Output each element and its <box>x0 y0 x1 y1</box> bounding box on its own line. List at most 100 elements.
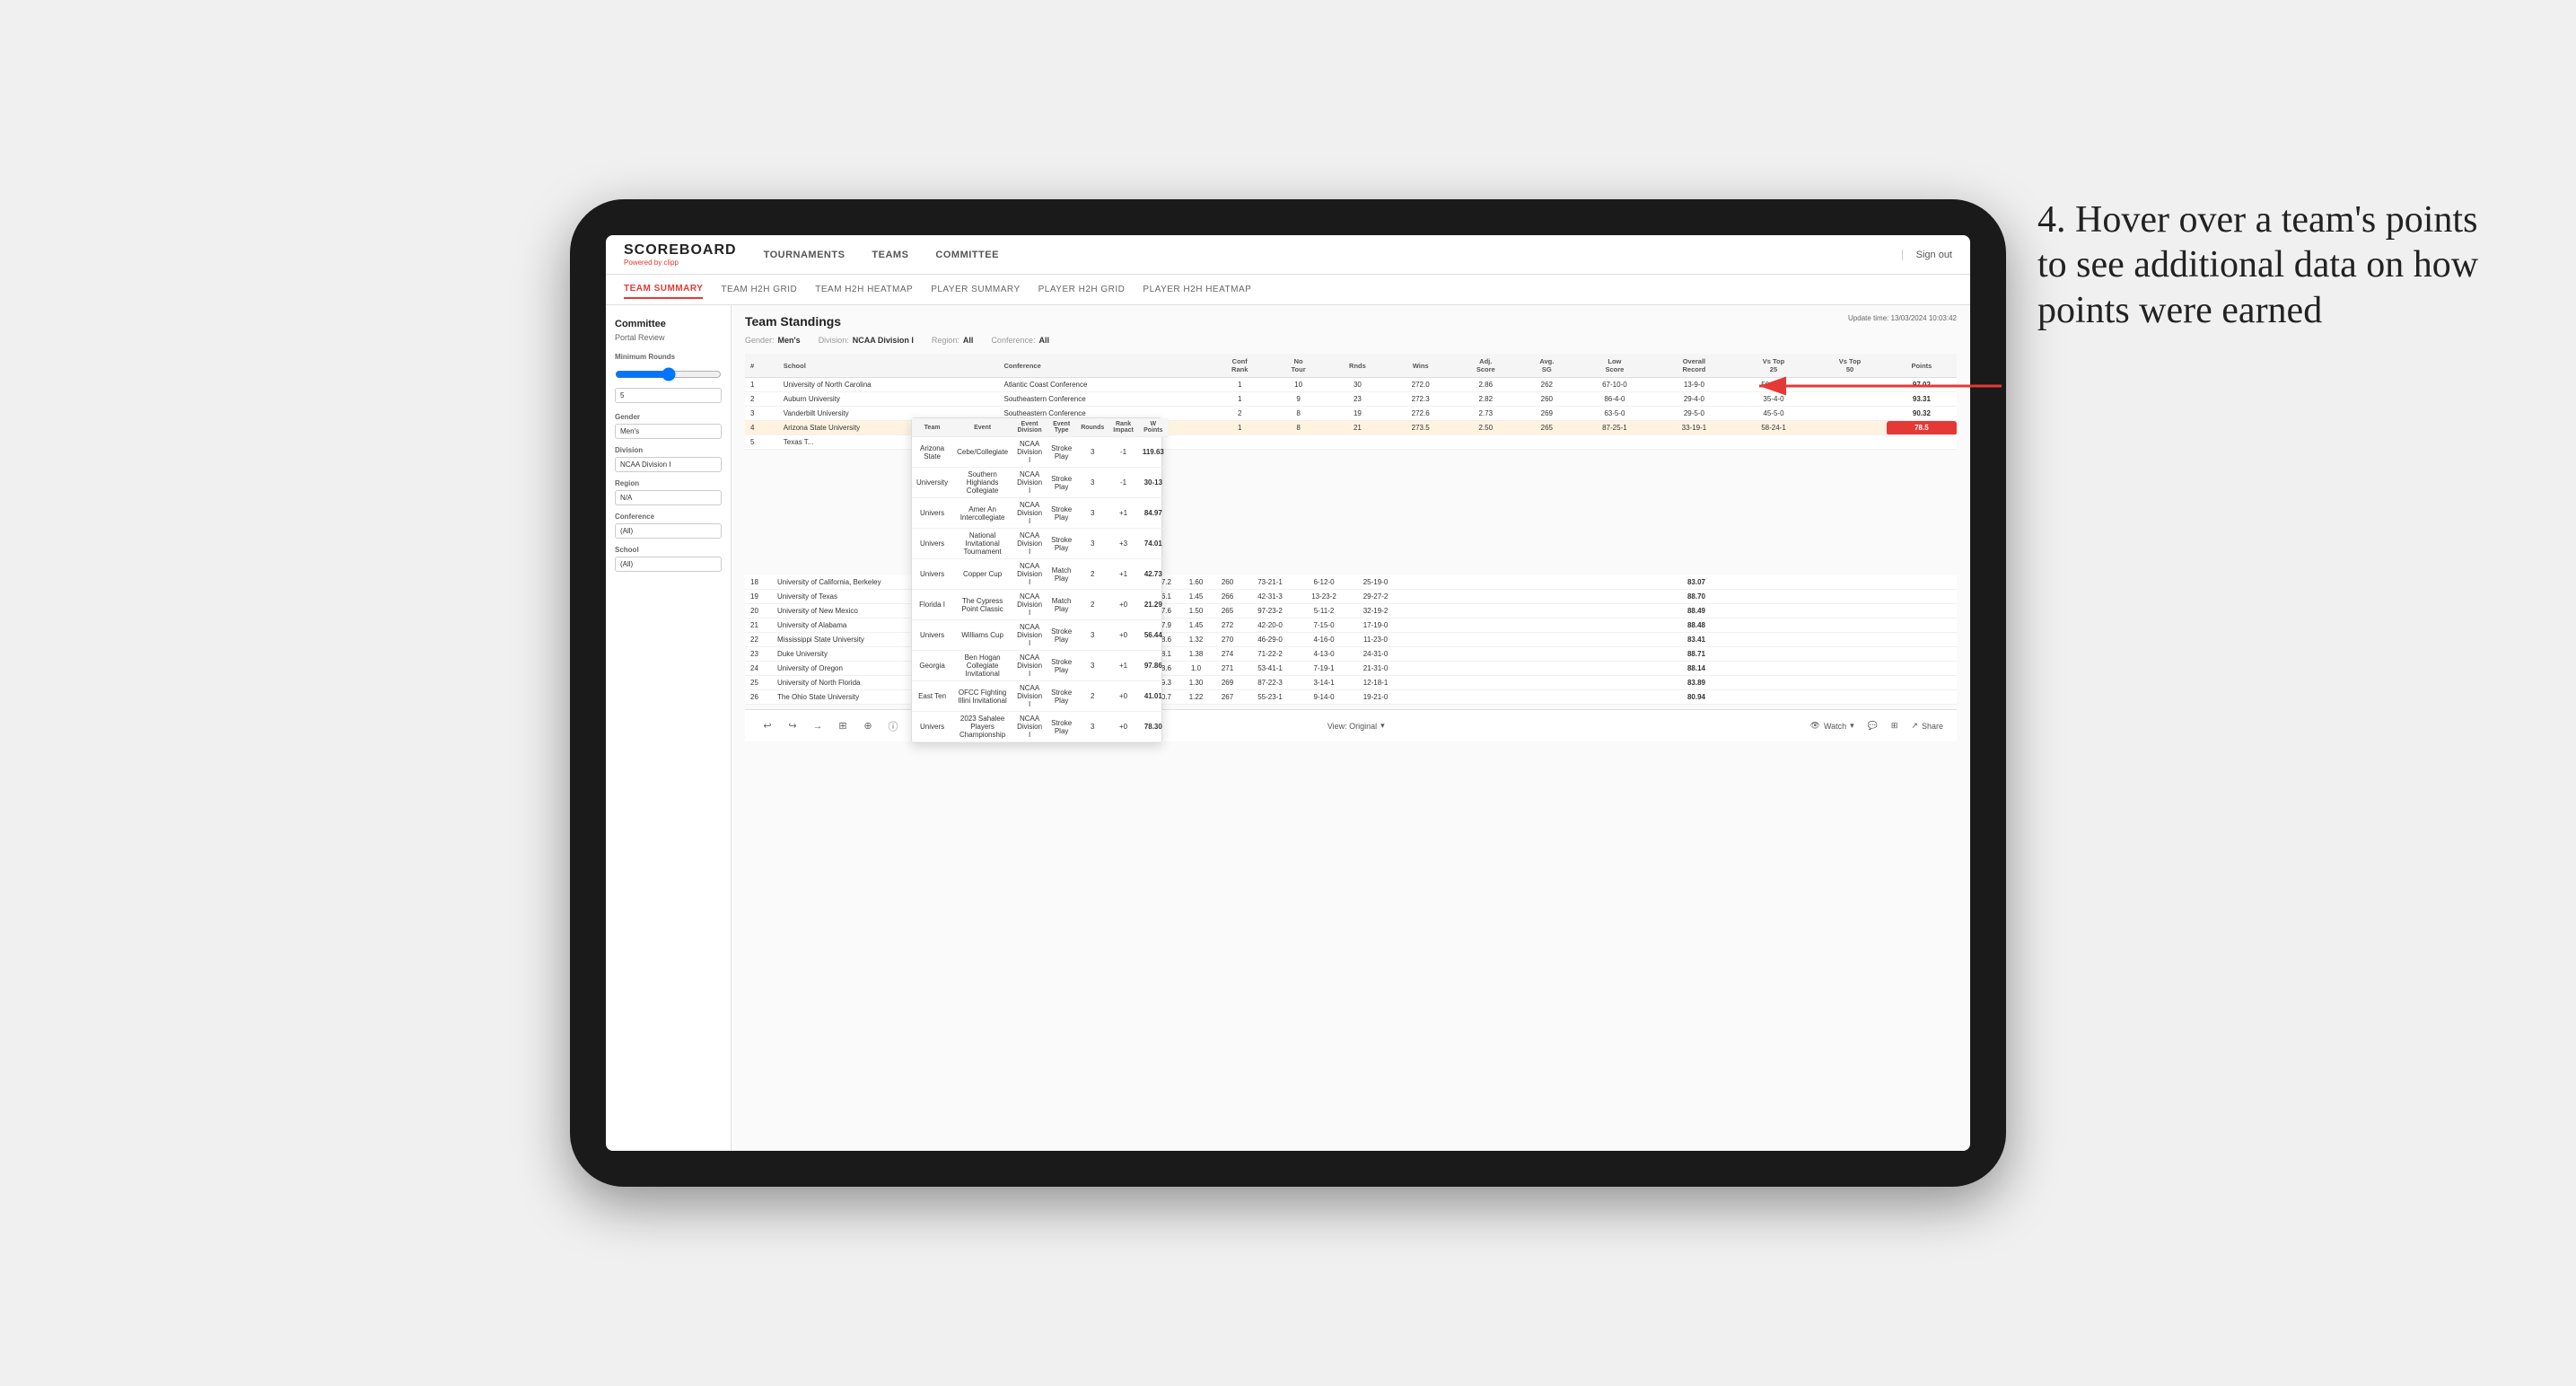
row-no-tour <box>1270 435 1327 450</box>
col-no-tour: NoTour <box>1270 354 1327 378</box>
row-no-tour: 8 <box>1270 407 1327 421</box>
col-conf-rank: ConfRank <box>1209 354 1270 378</box>
tooltip-row: Univers National Invitational Tournament… <box>912 529 1169 559</box>
tt-rounds: 3 <box>1076 712 1108 742</box>
subnav-team-h2h-grid[interactable]: TEAM H2H GRID <box>721 281 797 298</box>
col-wins: Wins <box>1389 354 1453 378</box>
undo-icon[interactable]: ↩ <box>758 717 776 735</box>
row-no-tour: 9 <box>1270 392 1327 407</box>
col-school: School <box>778 354 999 378</box>
logo-area: SCOREBOARD Powered by clipp <box>624 242 737 267</box>
copy-icon[interactable]: ⊞ <box>834 717 852 735</box>
chevron-down-icon: ▾ <box>1380 721 1385 731</box>
row-low-score: 67-10-0 <box>1575 378 1655 392</box>
row-avg-sg <box>1519 435 1575 450</box>
tt-div: NCAA Division I <box>1012 712 1047 742</box>
redo-icon[interactable]: ↪ <box>784 717 802 735</box>
conference-select[interactable]: (All) <box>615 523 722 539</box>
tt-type: Stroke Play <box>1047 437 1076 468</box>
tooltip-row: Georgia Ben Hogan Collegiate Invitationa… <box>912 651 1169 681</box>
row-overall <box>1654 435 1734 450</box>
tt-type: Stroke Play <box>1047 712 1076 742</box>
row-conf-rank <box>1209 435 1270 450</box>
division-select[interactable]: NCAA Division I <box>615 457 722 472</box>
forward-icon[interactable]: → <box>809 717 827 735</box>
row-rank: 2 <box>745 392 778 407</box>
tooltip-row: Florida I The Cypress Point Classic NCAA… <box>912 590 1169 620</box>
nav-tournaments[interactable]: TOURNAMENTS <box>764 246 846 264</box>
row-overall: 13-9-0 <box>1654 378 1734 392</box>
tt-rounds: 3 <box>1076 437 1108 468</box>
min-rounds-slider[interactable] <box>615 364 722 385</box>
conference-filter: Conference: All <box>991 336 1049 345</box>
eye-icon: 👁 <box>1810 721 1820 731</box>
row-overall: 33-19-1 <box>1654 421 1734 435</box>
update-time: Update time: 13/03/2024 10:03:42 <box>1848 314 1957 322</box>
tt-event: 2023 Sahalee Players Championship <box>952 712 1012 742</box>
info-icon[interactable]: ⓘ <box>884 717 902 735</box>
row-wins: 273.5 <box>1389 421 1453 435</box>
share-button[interactable]: ↗ Share <box>1911 721 1943 731</box>
tt-div: NCAA Division I <box>1012 498 1047 529</box>
col-rnds: Rnds <box>1327 354 1389 378</box>
tt-rounds: 2 <box>1076 590 1108 620</box>
row-wins <box>1389 435 1453 450</box>
col-adj-score: Adj.Score <box>1452 354 1519 378</box>
gender-label: Gender <box>615 413 722 421</box>
school-select[interactable]: (All) <box>615 557 722 572</box>
watch-button[interactable]: 👁 Watch ▾ <box>1810 721 1854 731</box>
row-adj-score: 2.73 <box>1452 407 1519 421</box>
row-school: University of North Carolina <box>778 378 999 392</box>
row-rank: 1 <box>745 378 778 392</box>
gender-filter-label: Gender: <box>745 336 775 345</box>
annotation-container: 4. Hover over a team's points to see add… <box>2037 197 2504 333</box>
tt-rank-impact: +3 <box>1108 529 1138 559</box>
layout-button[interactable]: ⊞ <box>1891 721 1898 731</box>
subnav-player-h2h-heatmap[interactable]: PLAYER H2H HEATMAP <box>1143 281 1251 298</box>
tt-rounds: 3 <box>1076 620 1108 651</box>
gender-select[interactable]: Men's <box>615 424 722 439</box>
tooltip-col-type: Event Type <box>1047 418 1076 437</box>
col-low-score: LowScore <box>1575 354 1655 378</box>
subnav-team-h2h-heatmap[interactable]: TEAM H2H HEATMAP <box>815 281 913 298</box>
tooltip-table: Team Event Event Division Event Type Rou… <box>912 418 1169 742</box>
row-avg-sg: 269 <box>1519 407 1575 421</box>
tooltip-col-rounds: Rounds <box>1076 418 1108 437</box>
tt-team: East Ten <box>912 681 952 712</box>
tt-rank-impact: +0 <box>1108 590 1138 620</box>
tooltip-row: Univers Copper Cup NCAA Division I Match… <box>912 559 1169 590</box>
row-rank: 5 <box>745 435 778 450</box>
min-rounds-input[interactable] <box>615 388 722 403</box>
tt-team: Univers <box>912 498 952 529</box>
tt-div: NCAA Division I <box>1012 468 1047 498</box>
tt-type: Stroke Play <box>1047 468 1076 498</box>
subnav-player-summary[interactable]: PLAYER SUMMARY <box>931 281 1020 298</box>
tt-rank-impact: -1 <box>1108 437 1138 468</box>
region-select[interactable]: N/A <box>615 490 722 505</box>
nav-teams[interactable]: TEAMS <box>872 246 908 264</box>
tt-event: Southern Highlands Collegiate <box>952 468 1012 498</box>
view-selector[interactable]: View: Original ▾ <box>1327 721 1385 731</box>
sidebar-subtitle: Portal Review <box>615 333 722 342</box>
sign-out-button[interactable]: Sign out <box>1902 250 1952 260</box>
tt-w-points: 56.44 <box>1138 620 1169 651</box>
row-points[interactable] <box>1887 435 1957 450</box>
subnav-team-summary[interactable]: TEAM SUMMARY <box>624 280 703 299</box>
tt-rounds: 2 <box>1076 681 1108 712</box>
subnav-player-h2h-grid[interactable]: PLAYER H2H GRID <box>1038 281 1126 298</box>
division-filter-label: Division: <box>819 336 849 345</box>
tt-w-points: 41.01 <box>1138 681 1169 712</box>
nav-committee[interactable]: COMMITTEE <box>935 246 999 264</box>
school-label: School <box>615 546 722 554</box>
tt-team: Univers <box>912 712 952 742</box>
comment-button[interactable]: 💬 <box>1868 721 1878 731</box>
tt-team: University <box>912 468 952 498</box>
row-conf-rank: 1 <box>1209 392 1270 407</box>
tooltip-col-team: Team <box>912 418 952 437</box>
add-icon[interactable]: ⊕ <box>859 717 877 735</box>
conference-label: Conference <box>615 513 722 521</box>
tooltip-row: Univers 2023 Sahalee Players Championshi… <box>912 712 1169 742</box>
tt-rank-impact: +0 <box>1108 681 1138 712</box>
logo-title: SCOREBOARD <box>624 242 737 259</box>
row-points-highlighted[interactable]: 78.5 <box>1887 421 1957 435</box>
